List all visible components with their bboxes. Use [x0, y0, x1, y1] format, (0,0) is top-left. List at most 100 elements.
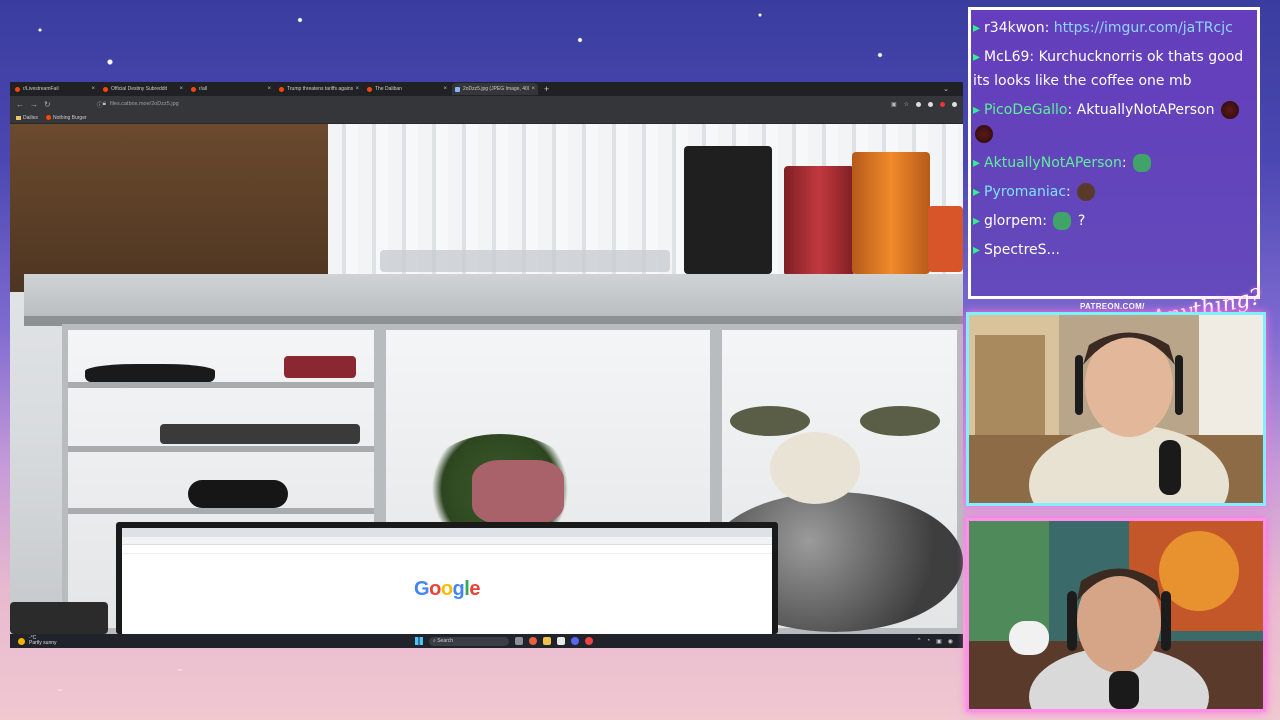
chat-link[interactable]: https://imgur.com/jaTRcjc — [1054, 20, 1233, 36]
photo-plank — [68, 508, 374, 514]
pepe-emote-icon — [1053, 212, 1072, 230]
close-tab-icon[interactable]: × — [267, 86, 271, 92]
close-tab-icon[interactable]: × — [531, 86, 535, 92]
close-tab-icon[interactable]: × — [91, 86, 95, 92]
close-tab-icon[interactable]: × — [179, 86, 183, 92]
profile-icon[interactable] — [952, 101, 957, 107]
photo-monitor: Google — [116, 522, 778, 634]
emote-icon — [1077, 183, 1096, 201]
reddit-icon — [279, 86, 284, 92]
windows-start-icon[interactable] — [415, 637, 423, 645]
close-tab-icon[interactable]: × — [355, 86, 359, 92]
photo-red-box — [284, 356, 356, 378]
bookmarks-bar: Dailies Nothing Burger — [10, 112, 963, 124]
taskbar-search[interactable]: ⌕ Search — [429, 636, 509, 646]
bookmark-star-icon[interactable]: ☆ — [904, 101, 909, 108]
photo-monitor-screen: Google — [122, 528, 772, 634]
chat-message: ▸ glorpem: ? — [973, 212, 1086, 230]
app-icon[interactable] — [557, 637, 565, 645]
image-icon — [455, 86, 460, 92]
chat-username[interactable]: glorpem — [984, 213, 1042, 229]
frog-emote-icon — [1133, 154, 1152, 172]
photo-screen-toolbar — [122, 537, 772, 545]
install-icon[interactable]: ▣ — [891, 101, 897, 108]
extension-icon[interactable] — [928, 101, 933, 107]
tab-livestreamfail[interactable]: r/LivestreamFail × — [12, 83, 98, 95]
bookmark-dailies[interactable]: Dailies — [16, 115, 38, 121]
close-tab-icon[interactable]: × — [443, 86, 447, 92]
bookmark-nothing-burger[interactable]: Nothing Burger — [46, 115, 87, 121]
address-bar[interactable]: ⓘ 🔒︎ files.catbox.moe/2oDzz5.jpg — [97, 99, 797, 110]
chat-username[interactable]: SpectreS... — [984, 242, 1060, 258]
back-icon[interactable]: ← — [16, 100, 24, 109]
folder-icon — [16, 115, 21, 120]
reddit-icon — [46, 115, 52, 120]
reload-icon[interactable]: ↻ — [44, 100, 51, 109]
photo-screen-tabs — [122, 528, 772, 537]
chat-username[interactable]: PicoDeGallo — [984, 102, 1067, 118]
chat-panel: ▸ r34kwon: https://imgur.com/jaTRcjc ▸ McL… — [968, 7, 1260, 299]
patreon-label: PATREON.COM/ — [1080, 302, 1145, 311]
coffee-emote-icon — [975, 125, 993, 143]
chat-badge-icon: ▸ — [973, 242, 981, 258]
photo-wood-board — [10, 124, 328, 292]
chat-username[interactable]: McL69 — [984, 49, 1029, 65]
url-text[interactable]: files.catbox.moe/2oDzz5.jpg — [110, 101, 179, 107]
extension-icon[interactable] — [916, 101, 921, 107]
tray-app-icon[interactable]: ▣ — [936, 638, 942, 645]
tab-r-all[interactable]: r/all × — [188, 83, 274, 95]
tray-chevron-icon[interactable]: ^ — [918, 638, 921, 645]
photo-plank — [68, 382, 374, 388]
chat-message: ▸ AktuallyNotAPerson: — [973, 151, 1253, 175]
photo-hat — [85, 364, 215, 382]
extension-icon[interactable] — [940, 101, 945, 107]
forward-icon[interactable]: → — [30, 100, 38, 109]
photo-shelf-top — [24, 274, 963, 322]
chat-username[interactable]: Pyromaniac — [984, 184, 1066, 200]
firefox-icon[interactable] — [529, 637, 537, 645]
tab-image[interactable]: 2oDzz5.jpg (JPEG Image, 4000 × — [452, 83, 538, 95]
photo-box — [928, 206, 963, 272]
webcam-guest-scene — [969, 521, 1263, 709]
taskbar-center: ⌕ Search — [415, 636, 593, 646]
tab-search-button[interactable]: ⌄ — [943, 85, 949, 93]
weather-desc: Partly sunny — [29, 640, 57, 646]
system-tray: ^ ◔ ▣ ◉ — [918, 638, 953, 645]
chat-badge-icon: ▸ — [973, 102, 981, 118]
tray-app-icon[interactable]: ◔ — [926, 638, 930, 645]
chat-message: ▸ PicoDeGallo: AktuallyNotAPerson — [973, 98, 1253, 146]
tab-trump-tariffs[interactable]: Trump threatens tariffs against × — [276, 83, 362, 95]
chat-message: ▸ McL69: Kurchucknorris ok thats good its… — [973, 49, 1244, 89]
photo-can-red — [784, 166, 854, 276]
photo-books — [160, 424, 360, 444]
chat-text: AktuallyNotAPerson — [1076, 102, 1215, 118]
tab-daliban[interactable]: The Daliban × — [364, 83, 450, 95]
photo-tray — [380, 250, 670, 272]
reddit-icon — [103, 86, 108, 92]
browser-toolbar: ← → ↻ ⓘ 🔒︎ files.catbox.moe/2oDzz5.jpg ▣… — [10, 96, 963, 112]
reddit-icon — [191, 86, 196, 92]
browser-window: r/LivestreamFail × Official Destiny Subre… — [10, 82, 963, 648]
file-explorer-icon[interactable] — [543, 637, 551, 645]
chat-username[interactable]: r34kwon — [984, 20, 1045, 36]
discord-icon[interactable] — [571, 637, 579, 645]
task-view-icon[interactable] — [515, 637, 523, 645]
photo-pink-bag — [472, 460, 564, 524]
tab-destiny-subreddit[interactable]: Official Destiny Subreddit × — [100, 83, 186, 95]
chat-messages: ▸ r34kwon: https://imgur.com/jaTRcjc ▸ McL… — [973, 16, 1253, 267]
reddit-icon — [367, 86, 372, 92]
image-view[interactable]: Google — [10, 124, 963, 634]
photo-plush-toy — [770, 432, 860, 504]
weather-widget[interactable]: -°C Partly sunny — [18, 636, 57, 646]
obs-icon[interactable] — [585, 637, 593, 645]
photo-plush-leaf — [860, 406, 940, 436]
chat-badge-icon: ▸ — [973, 184, 981, 200]
new-tab-button[interactable]: + — [544, 84, 549, 94]
chat-username[interactable]: AktuallyNotAPerson — [984, 155, 1122, 171]
photo-knife-block — [684, 146, 772, 274]
photo-plush-leaf — [730, 406, 810, 436]
chat-message: ▸ SpectreS... — [973, 238, 1253, 262]
tray-app-icon[interactable]: ◉ — [948, 638, 953, 645]
toolbar-actions: ▣ ☆ — [891, 101, 957, 108]
windows-taskbar: -°C Partly sunny ⌕ Search ^ ◔ ▣ ◉ — [10, 634, 963, 648]
